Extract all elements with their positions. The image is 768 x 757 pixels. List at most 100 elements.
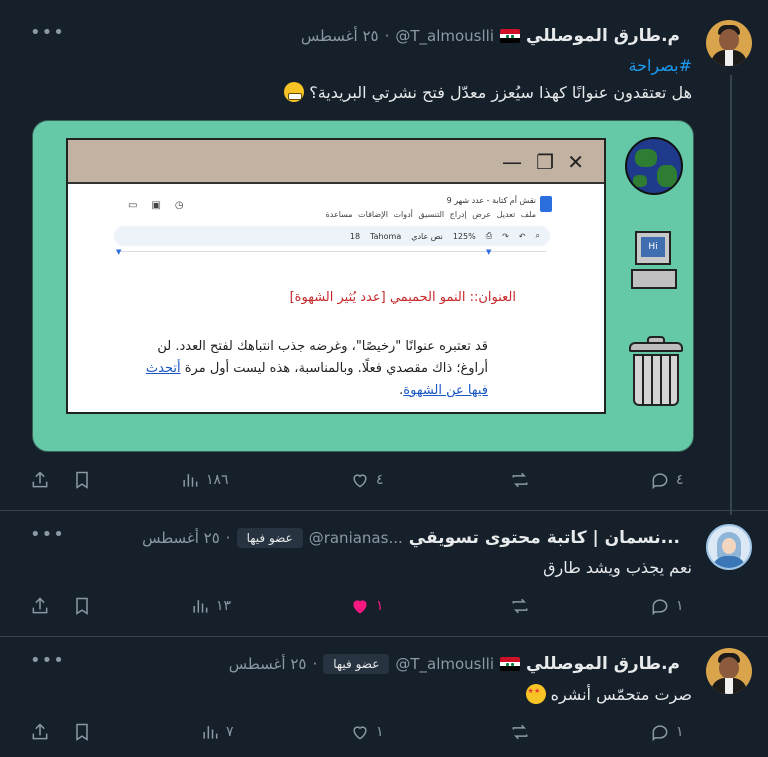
grimacing-face-icon xyxy=(284,82,305,102)
font-size: 18 xyxy=(349,231,361,241)
search-icon: ⌕ xyxy=(535,231,540,240)
author-handle[interactable]: @T_almouslli xyxy=(395,27,494,45)
more-options-icon[interactable]: ••• xyxy=(30,524,65,545)
app-window: ✕ ❐ — نقش أم كتابة - عدد شهر 9 ملف تعديل… xyxy=(66,138,606,414)
likes-count: ١ xyxy=(376,598,384,614)
bookmark-button[interactable] xyxy=(72,596,92,616)
retweet-button[interactable] xyxy=(510,470,536,490)
heart-icon xyxy=(353,474,367,488)
like-button[interactable]: ١ xyxy=(350,596,384,616)
tweet-date[interactable]: ٢٥ أغسطس xyxy=(142,529,220,547)
tweet-text-content: هل تعتقدون عنوانًا كهذا سيُعزز معدّل فتح… xyxy=(309,83,692,102)
tweet-header: نسمان | كاتبة محتوى تسويقي... @ranianas.… xyxy=(142,526,680,550)
like-button[interactable]: ٤ xyxy=(350,470,384,490)
reply-button[interactable]: ٤ xyxy=(650,470,684,490)
reply-button[interactable]: ١ xyxy=(650,722,684,742)
author-handle[interactable]: @T_almouslli xyxy=(395,655,494,673)
tweet-actions: ١٣ ١ ١ xyxy=(30,596,690,618)
share-button[interactable] xyxy=(30,596,50,616)
retweet-button[interactable] xyxy=(510,722,536,742)
reply-icon xyxy=(652,725,668,742)
share-icon xyxy=(32,471,48,488)
syria-flag-icon xyxy=(500,29,520,43)
analytics-icon xyxy=(193,600,208,613)
views-button[interactable]: ١٣ xyxy=(190,596,231,616)
bookmark-button[interactable] xyxy=(72,722,92,742)
avatar[interactable] xyxy=(706,648,752,694)
tweet-date[interactable]: ٢٥ أغسطس xyxy=(301,27,379,45)
trash-icon xyxy=(629,336,683,408)
bookmark-icon xyxy=(76,723,88,741)
bookmark-icon xyxy=(76,471,88,489)
format-toolbar: ⌕ ↶ ↷ ⎙ 125% نص عادي Tahoma 18 xyxy=(114,226,550,246)
divider xyxy=(0,510,768,511)
window-titlebar: ✕ ❐ — xyxy=(68,140,604,184)
document-menu: ملف تعديل عرض إدراج التنسيق أدوات الإضاف… xyxy=(325,210,536,219)
separator-dot: · xyxy=(225,529,231,547)
avatar[interactable] xyxy=(706,20,752,66)
hashtag-link[interactable]: #بصراحة xyxy=(629,56,692,75)
author-name[interactable]: م.طارق الموصللي xyxy=(526,26,680,46)
share-button[interactable] xyxy=(30,722,50,742)
tweet-text-content: صرت متحمّس أنشره xyxy=(550,685,692,704)
computer-icon: Hi xyxy=(631,231,679,293)
close-icon: ✕ xyxy=(567,150,584,174)
tweet-date[interactable]: ٢٥ أغسطس xyxy=(229,655,307,673)
tweet-text: هل تعتقدون عنوانًا كهذا سيُعزز معدّل فتح… xyxy=(284,82,692,102)
ruler-marker-icon: ▼ xyxy=(116,248,122,256)
divider xyxy=(0,636,768,637)
share-button[interactable] xyxy=(30,470,50,490)
like-button[interactable]: ١ xyxy=(350,722,384,742)
restore-icon: ❐ xyxy=(536,150,554,174)
reply-button[interactable]: ١ xyxy=(650,596,684,616)
avatar[interactable] xyxy=(706,524,752,570)
author-handle[interactable]: @ranianas... xyxy=(309,529,403,547)
ruler xyxy=(116,251,546,252)
reply-icon xyxy=(652,599,668,616)
globe-icon xyxy=(625,137,683,195)
document-title: نقش أم كتابة - عدد شهر 9 xyxy=(446,196,536,205)
retweet-button[interactable] xyxy=(510,596,536,616)
author-name[interactable]: نسمان | كاتبة محتوى تسويقي... xyxy=(409,528,680,548)
retweet-icon xyxy=(512,724,528,740)
analytics-icon xyxy=(203,726,218,739)
bookmark-button[interactable] xyxy=(72,470,92,490)
member-badge: عضو فيها xyxy=(236,528,303,548)
document-body: قد تعتبره عنوانًا "رخيصًا"، وغرضه جذب ان… xyxy=(128,336,488,402)
more-options-icon[interactable]: ••• xyxy=(30,650,65,671)
tweet-header: م.طارق الموصللي @T_almouslli عضو فيها · … xyxy=(229,652,680,676)
tweet-text: صرت متحمّس أنشره xyxy=(525,684,692,704)
star-struck-face-icon xyxy=(525,684,546,704)
author-name[interactable]: م.طارق الموصللي xyxy=(526,654,680,674)
tweet-text: نعم يجذب ويشد طارق xyxy=(543,558,692,577)
member-badge: عضو فيها xyxy=(323,654,390,674)
likes-count: ٤ xyxy=(376,472,384,488)
analytics-icon xyxy=(183,474,198,487)
google-docs-icon xyxy=(540,196,552,212)
share-icon xyxy=(32,723,48,740)
heart-icon xyxy=(353,726,367,740)
doc-toolbar-icons: ▭▣◷ xyxy=(128,200,198,211)
views-button[interactable]: ١٨٦ xyxy=(180,470,229,490)
font-select: Tahoma xyxy=(370,231,402,241)
separator-dot: · xyxy=(384,27,390,45)
retweet-icon xyxy=(512,472,528,488)
body-text: قد تعتبره عنوانًا "رخيصًا"، وغرضه جذب ان… xyxy=(157,339,488,376)
reply-icon xyxy=(652,473,668,490)
views-button[interactable]: ٧ xyxy=(200,722,234,742)
share-icon xyxy=(32,597,48,614)
zoom-value: 125% xyxy=(452,231,476,241)
separator-dot: · xyxy=(312,655,318,673)
retweet-icon xyxy=(512,598,528,614)
print-icon: ⎙ xyxy=(485,231,493,240)
views-count: ١٨٦ xyxy=(206,472,229,488)
heart-filled-icon xyxy=(353,600,367,614)
tweet-media[interactable]: ✕ ❐ — نقش أم كتابة - عدد شهر 9 ملف تعديل… xyxy=(32,120,694,452)
replies-count: ٤ xyxy=(676,472,684,488)
minimize-icon: — xyxy=(502,150,522,174)
bookmark-icon xyxy=(76,597,88,615)
more-options-icon[interactable]: ••• xyxy=(30,22,65,43)
ruler-marker-icon: ▼ xyxy=(486,248,492,256)
screen-label: Hi xyxy=(641,237,665,257)
heading-text: العنوان:: النمو الحميمي [عدد يُثير الشهو… xyxy=(289,290,516,305)
